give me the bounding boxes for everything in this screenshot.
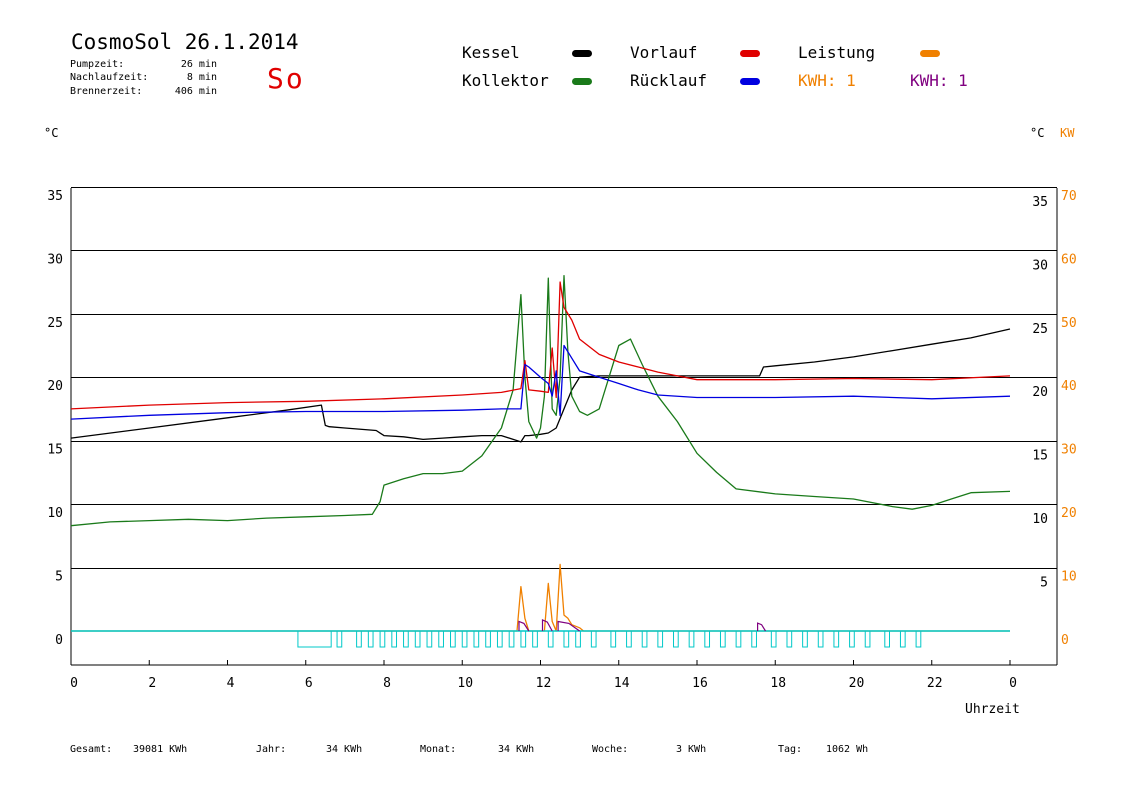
pump-mark-25 xyxy=(657,630,664,648)
footer-monat-label: Monat: xyxy=(420,744,457,755)
pump-mark-29 xyxy=(719,630,726,648)
y-tick-left-0: 0 xyxy=(55,633,63,648)
pump-mark-17 xyxy=(532,630,538,648)
pump-mark-20 xyxy=(575,630,581,648)
pump-mark-0 xyxy=(297,630,332,648)
footer-gesamt-label: Gesamt: xyxy=(70,744,113,755)
pump-mark-38 xyxy=(864,630,871,648)
pump-mark-37 xyxy=(849,630,855,648)
footer-jahr-value: 34 KWh xyxy=(326,744,363,755)
y-tick-kw-60: 60 xyxy=(1061,252,1077,267)
y-tick-right-20: 20 xyxy=(1032,385,1048,400)
pump-mark-40 xyxy=(899,630,906,648)
pump-mark-35 xyxy=(817,630,824,648)
x-axis-label: Uhrzeit xyxy=(965,702,1020,717)
series-leistung xyxy=(71,563,1010,632)
pump-mark-6 xyxy=(403,630,409,648)
pump-mark-39 xyxy=(884,630,890,648)
pump-mark-16 xyxy=(520,630,527,648)
y-tick-left-35: 35 xyxy=(47,189,63,204)
y-tick-left-5: 5 xyxy=(55,570,63,585)
y-tick-left-20: 20 xyxy=(47,379,63,394)
y-tick-kw-40: 40 xyxy=(1061,379,1077,394)
pump-mark-12 xyxy=(473,630,480,648)
pump-mark-41 xyxy=(915,630,922,648)
y-tick-left-30: 30 xyxy=(47,252,63,267)
x-tick-label-3: 6 xyxy=(305,676,313,691)
y-tick-kw-20: 20 xyxy=(1061,506,1077,521)
footer-monat-value: 34 KWh xyxy=(498,744,535,755)
x-tick-label-11: 22 xyxy=(927,676,943,691)
pump-mark-11 xyxy=(461,630,468,648)
y-tick-left-15: 15 xyxy=(47,443,63,458)
pump-mark-8 xyxy=(426,630,433,648)
series-kollektor xyxy=(70,275,1011,527)
pump-activity-marks xyxy=(297,630,922,648)
y-tick-right-5: 5 xyxy=(1040,576,1048,591)
temperature-chart: 0510152025303551015202530350102030405060… xyxy=(47,187,1077,691)
y-tick-right-10: 10 xyxy=(1032,512,1048,527)
pump-mark-15 xyxy=(508,630,515,648)
footer-gesamt-value: 39081 KWh xyxy=(133,744,188,755)
pump-mark-34 xyxy=(802,630,808,648)
y-tick-left-10: 10 xyxy=(47,506,63,521)
y-tick-kw-70: 70 xyxy=(1061,189,1077,204)
y-tick-left-25: 25 xyxy=(47,316,63,331)
pump-mark-7 xyxy=(414,630,421,648)
x-tick-label-1: 2 xyxy=(148,676,156,691)
pump-mark-9 xyxy=(438,630,444,648)
footer-woche-label: Woche: xyxy=(592,744,629,755)
pump-mark-30 xyxy=(735,630,742,648)
x-tick-label-7: 14 xyxy=(614,676,630,691)
chart-series xyxy=(70,275,1011,632)
pump-mark-22 xyxy=(610,630,617,648)
x-tick-label-4: 8 xyxy=(383,676,391,691)
pump-mark-31 xyxy=(751,630,757,648)
kwh-bump-3 xyxy=(756,622,767,632)
x-tick-label-5: 10 xyxy=(457,676,473,691)
pump-mark-14 xyxy=(496,630,503,648)
footer-tag-value: 1062 Wh xyxy=(826,744,869,755)
x-tick-label-6: 12 xyxy=(536,676,552,691)
y-tick-kw-30: 30 xyxy=(1061,443,1077,458)
pump-mark-32 xyxy=(770,630,777,648)
pump-mark-13 xyxy=(485,630,491,648)
x-tick-label-10: 20 xyxy=(849,676,865,691)
pump-mark-23 xyxy=(626,630,632,648)
pump-mark-21 xyxy=(590,630,597,648)
pump-mark-5 xyxy=(391,630,398,648)
footer-jahr-label: Jahr: xyxy=(256,744,287,755)
pump-mark-18 xyxy=(547,630,554,648)
series-rcklauf xyxy=(70,344,1011,420)
x-tick-label-2: 4 xyxy=(227,676,235,691)
y-tick-right-30: 30 xyxy=(1032,258,1048,273)
y-tick-kw-0: 0 xyxy=(1061,633,1069,648)
pump-mark-24 xyxy=(641,630,648,648)
x-tick-label-0: 0 xyxy=(70,676,78,691)
pump-mark-33 xyxy=(786,630,793,648)
chart-grid xyxy=(70,187,1058,666)
series-vorlauf xyxy=(70,281,1011,410)
y-tick-kw-10: 10 xyxy=(1061,570,1077,585)
x-tick-label-12: 0 xyxy=(1009,676,1017,691)
y-tick-right-25: 25 xyxy=(1032,322,1048,337)
pump-mark-19 xyxy=(563,630,570,648)
x-tick-label-8: 16 xyxy=(692,676,708,691)
pump-mark-10 xyxy=(450,630,456,648)
pump-mark-28 xyxy=(704,630,711,648)
pump-mark-27 xyxy=(688,630,695,648)
footer-woche-value: 3 KWh xyxy=(676,744,707,755)
footer-tag-label: Tag: xyxy=(778,744,803,755)
chart-tick-labels: 0510152025303551015202530350102030405060… xyxy=(47,189,1076,691)
x-tick-label-9: 18 xyxy=(770,676,786,691)
pump-mark-26 xyxy=(673,630,679,648)
pump-mark-3 xyxy=(367,630,374,648)
pump-mark-4 xyxy=(379,630,386,648)
pump-mark-2 xyxy=(356,630,362,648)
pump-mark-1 xyxy=(336,630,343,648)
pump-mark-36 xyxy=(833,630,840,648)
y-tick-kw-50: 50 xyxy=(1061,316,1077,331)
y-tick-right-35: 35 xyxy=(1032,195,1048,210)
y-tick-right-15: 15 xyxy=(1032,449,1048,464)
